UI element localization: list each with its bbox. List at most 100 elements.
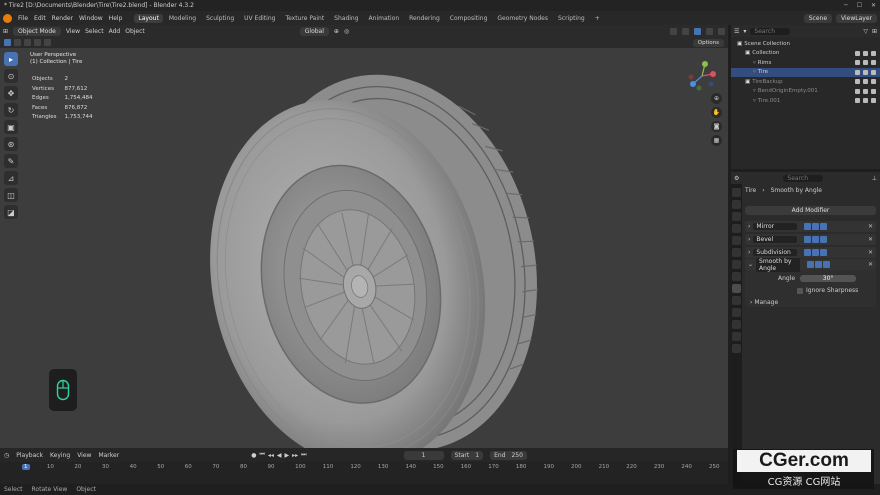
- menu-object[interactable]: Object: [125, 28, 145, 35]
- menu-marker[interactable]: Marker: [98, 452, 119, 459]
- outliner-editor-icon[interactable]: ☰: [734, 28, 739, 35]
- visibility-toggles[interactable]: [855, 79, 880, 84]
- ignore-sharpness-checkbox[interactable]: [797, 287, 803, 294]
- menu-select[interactable]: Select: [85, 28, 104, 35]
- scale-tool-icon[interactable]: ▣: [4, 120, 18, 134]
- constraints-tab-icon[interactable]: [732, 320, 741, 329]
- menu-window[interactable]: Window: [79, 15, 103, 22]
- menu-render[interactable]: Render: [52, 15, 73, 22]
- add-modifier-button[interactable]: Add Modifier: [745, 206, 876, 215]
- perspective-toggle-icon[interactable]: ▦: [711, 135, 722, 146]
- remove-modifier-icon[interactable]: ✕: [868, 223, 873, 230]
- output-tab-icon[interactable]: [732, 212, 741, 221]
- play-icon[interactable]: ▶: [285, 452, 290, 459]
- tab-sculpting[interactable]: Sculpting: [202, 14, 238, 23]
- select-mode-subtract-icon[interactable]: [24, 39, 31, 46]
- timeline-ruler[interactable]: 1 10 20 30 40 50 60 70 80 90 100 110 120 130 140 150 160…: [0, 464, 728, 472]
- properties-editor-icon[interactable]: ⚙: [734, 175, 739, 182]
- tab-layout[interactable]: Layout: [134, 13, 163, 23]
- display-mode-icon[interactable]: ▾: [743, 28, 746, 35]
- rotate-tool-icon[interactable]: ↻: [4, 103, 18, 117]
- render-tab-icon[interactable]: [732, 200, 741, 209]
- select-mode-new-icon[interactable]: [4, 39, 11, 46]
- auto-key-icon[interactable]: ●: [251, 452, 256, 459]
- modifier-panel[interactable]: › Mirror ✕: [745, 221, 876, 232]
- tab-animation[interactable]: Animation: [365, 14, 404, 23]
- modifier-toggles[interactable]: [807, 261, 831, 268]
- select-mode-extend-icon[interactable]: [14, 39, 21, 46]
- menu-playback[interactable]: Playback: [16, 452, 43, 459]
- remove-modifier-icon[interactable]: ✕: [868, 261, 873, 268]
- tab-texture-paint[interactable]: Texture Paint: [281, 14, 328, 23]
- manage-panel[interactable]: › Manage: [750, 299, 778, 306]
- outliner-item[interactable]: ▿ Rims: [731, 58, 880, 67]
- remove-modifier-icon[interactable]: ✕: [868, 249, 873, 256]
- add-cube-tool-icon[interactable]: ◫: [4, 188, 18, 202]
- outliner-item[interactable]: ▿ Tire.001: [731, 96, 880, 105]
- overlay-toggle-icon[interactable]: [670, 27, 677, 35]
- shading-solid-icon[interactable]: [694, 27, 701, 35]
- modifier-panel[interactable]: ⌄ Smooth by Angle ✕: [745, 257, 876, 272]
- outliner-item[interactable]: ▣ Collection: [731, 49, 880, 58]
- menu-keying[interactable]: Keying: [50, 452, 70, 459]
- 3d-viewport[interactable]: [0, 48, 728, 448]
- zoom-icon[interactable]: ⊕: [711, 93, 722, 104]
- minimize-icon[interactable]: ─: [844, 2, 848, 9]
- menu-file[interactable]: File: [18, 15, 28, 22]
- outliner-item[interactable]: ▿ Tire: [731, 67, 880, 77]
- scene-tab-icon[interactable]: [732, 236, 741, 245]
- tab-modeling[interactable]: Modeling: [165, 14, 200, 23]
- view-layer-tab-icon[interactable]: [732, 224, 741, 233]
- maximize-icon[interactable]: ☐: [857, 2, 862, 9]
- mode-selector[interactable]: Object Mode: [13, 26, 61, 36]
- menu-view[interactable]: View: [66, 28, 80, 35]
- camera-view-icon[interactable]: ◙: [711, 121, 722, 132]
- measure-tool-icon[interactable]: ⊿: [4, 171, 18, 185]
- angle-field[interactable]: 30°: [800, 275, 857, 282]
- collection-tab-icon[interactable]: [732, 260, 741, 269]
- modifier-panel[interactable]: › Bevel ✕: [745, 234, 876, 245]
- shading-material-icon[interactable]: [706, 27, 713, 35]
- modifier-name[interactable]: Subdivision: [753, 249, 798, 256]
- pan-hand-icon[interactable]: ✋: [711, 107, 722, 118]
- play-reverse-icon[interactable]: ◀: [277, 452, 282, 459]
- outliner-item[interactable]: ▿ BendOriginEmpty.001: [731, 87, 880, 96]
- remove-modifier-icon[interactable]: ✕: [868, 236, 873, 243]
- particles-tab-icon[interactable]: [732, 296, 741, 305]
- move-tool-icon[interactable]: ✥: [4, 86, 18, 100]
- pin-icon[interactable]: ⊥: [872, 175, 877, 182]
- expand-icon[interactable]: ›: [748, 236, 750, 243]
- tab-scripting[interactable]: Scripting: [554, 14, 589, 23]
- blender-logo-icon[interactable]: [3, 13, 12, 23]
- timeline-editor-icon[interactable]: ◷: [4, 452, 9, 459]
- tab-rendering[interactable]: Rendering: [405, 14, 444, 23]
- new-collection-icon[interactable]: ⊞: [872, 28, 877, 35]
- expand-icon[interactable]: ›: [750, 299, 752, 306]
- collapse-icon[interactable]: ⌄: [748, 261, 753, 268]
- filter-icon[interactable]: ▽: [863, 28, 868, 35]
- select-box-tool-icon[interactable]: ▸: [4, 52, 18, 66]
- view-layer-selector[interactable]: ViewLayer: [836, 13, 877, 23]
- annotate-tool-icon[interactable]: ✎: [4, 154, 18, 168]
- outliner-search-input[interactable]: Search: [750, 27, 791, 35]
- visibility-toggles[interactable]: [855, 69, 880, 75]
- tab-geometry-nodes[interactable]: Geometry Nodes: [493, 14, 552, 23]
- menu-help[interactable]: Help: [109, 15, 123, 22]
- visibility-toggles[interactable]: [855, 60, 880, 65]
- proportional-edit-icon[interactable]: ◎: [344, 28, 349, 35]
- cursor-tool-icon[interactable]: ⊙: [4, 69, 18, 83]
- navigation-gizmo[interactable]: [686, 60, 718, 92]
- current-frame-field[interactable]: 1: [403, 450, 444, 460]
- start-frame-field[interactable]: Start 1: [450, 450, 484, 460]
- menu-edit[interactable]: Edit: [34, 15, 46, 22]
- visibility-toggles[interactable]: [855, 88, 880, 94]
- tab-uv-editing[interactable]: UV Editing: [240, 14, 279, 23]
- data-tab-icon[interactable]: [732, 332, 741, 341]
- tab-compositing[interactable]: Compositing: [446, 14, 492, 23]
- menu-view[interactable]: View: [77, 452, 91, 459]
- physics-tab-icon[interactable]: [732, 308, 741, 317]
- jump-end-icon[interactable]: ⏭: [301, 451, 306, 459]
- properties-search-input[interactable]: Search: [783, 174, 824, 182]
- select-mode-invert-icon[interactable]: [34, 39, 41, 46]
- end-frame-field[interactable]: End 250: [490, 450, 527, 460]
